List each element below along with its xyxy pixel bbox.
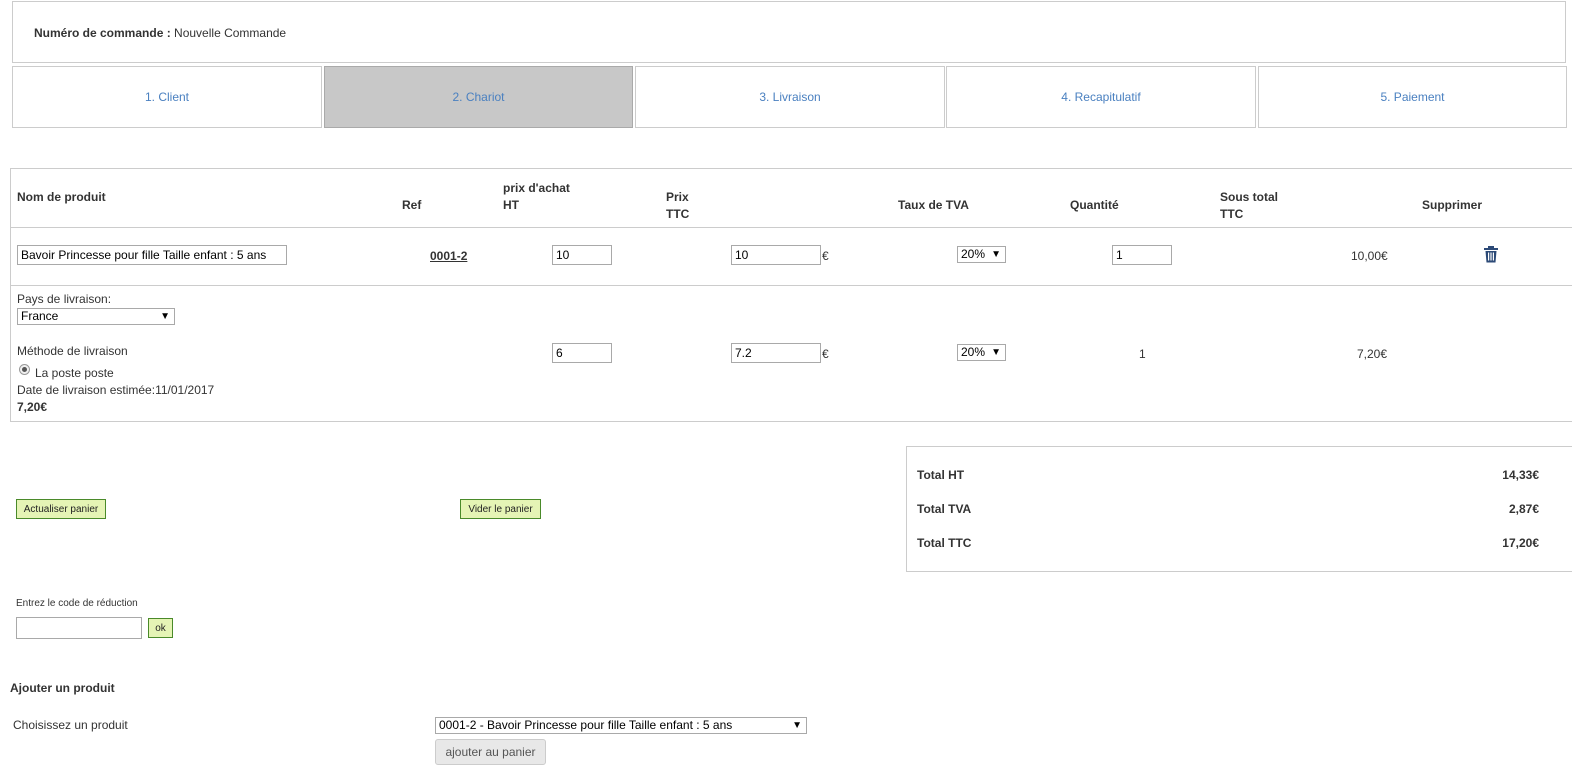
- chevron-down-icon: ▼: [991, 347, 1001, 358]
- total-value: 14,33€: [1502, 468, 1539, 482]
- shipping-cost: 7,20€: [17, 400, 48, 414]
- col-header-subtotal: Sous total TTC: [1220, 189, 1278, 223]
- price-ttc-input[interactable]: [731, 245, 821, 265]
- shipping-country-value: France: [21, 309, 59, 323]
- currency-symbol: €: [822, 347, 829, 361]
- order-header: Numéro de commande : Nouvelle Commande: [12, 1, 1566, 63]
- product-select[interactable]: 0001-2 - Bavoir Princesse pour fille Tai…: [435, 717, 807, 734]
- step-label: 2. Chariot: [452, 90, 505, 104]
- empty-cart-button[interactable]: Vider le panier: [460, 499, 541, 519]
- trash-icon[interactable]: [1483, 246, 1499, 266]
- col-header-vat: Taux de TVA: [898, 198, 969, 212]
- total-label: Total TTC: [917, 536, 972, 550]
- col-header-line: prix d'achat: [503, 181, 570, 195]
- shipping-method-option: La poste poste: [35, 366, 114, 380]
- row-divider: [11, 285, 1572, 286]
- shipping-vat-select[interactable]: 20% ▼: [957, 344, 1006, 361]
- discount-ok-button[interactable]: ok: [148, 618, 173, 638]
- step-livraison[interactable]: 3. Livraison: [635, 66, 945, 128]
- step-client[interactable]: 1. Client: [12, 66, 322, 128]
- step-chariot[interactable]: 2. Chariot: [324, 66, 633, 128]
- step-paiement[interactable]: 5. Paiement: [1258, 66, 1567, 128]
- col-header-line: HT: [503, 198, 519, 212]
- total-label: Total TVA: [917, 502, 972, 516]
- shipping-subtotal: 7,20€: [1357, 347, 1388, 361]
- shipping-vat-value: 20%: [961, 345, 986, 359]
- product-subtotal: 10,00€: [1351, 249, 1388, 263]
- chevron-down-icon: ▼: [991, 249, 1001, 260]
- currency-symbol: €: [822, 249, 829, 263]
- order-number-value: Nouvelle Commande: [174, 26, 287, 40]
- add-to-cart-button[interactable]: ajouter au panier: [435, 739, 546, 765]
- chevron-down-icon: ▼: [160, 311, 170, 322]
- estimated-delivery-date: Date de livraison estimée:11/01/2017: [17, 383, 215, 397]
- col-header-delete: Supprimer: [1422, 198, 1483, 212]
- col-header-price: Prix TTC: [666, 189, 689, 223]
- header-divider: [11, 227, 1572, 228]
- product-select-value: 0001-2 - Bavoir Princesse pour fille Tai…: [439, 718, 733, 732]
- order-number-label: Numéro de commande :: [34, 26, 171, 40]
- col-header-line: Prix: [666, 190, 689, 204]
- vat-select-value: 20%: [961, 247, 986, 261]
- cart-table: Nom de produit Ref prix d'achat HT Prix TT…: [10, 168, 1572, 422]
- chevron-down-icon: ▼: [792, 720, 802, 731]
- radio-dot: [22, 367, 27, 372]
- total-ttc-row: Total TTC 17,20€: [917, 536, 1539, 550]
- product-name-input[interactable]: [17, 245, 287, 265]
- order-number: Numéro de commande : Nouvelle Commande: [34, 26, 286, 40]
- col-header-purchase-price: prix d'achat HT: [503, 180, 570, 214]
- add-product-title: Ajouter un produit: [10, 681, 115, 695]
- product-ref-link[interactable]: 0001-2: [430, 249, 467, 263]
- total-value: 2,87€: [1508, 502, 1539, 516]
- total-value: 17,20€: [1502, 536, 1539, 550]
- discount-code-input[interactable]: [16, 617, 142, 639]
- step-label: 5. Paiement: [1380, 90, 1445, 104]
- col-header-qty: Quantité: [1070, 198, 1119, 212]
- shipping-country-select[interactable]: France ▼: [17, 308, 175, 325]
- total-tva-row: Total TVA 2,87€: [917, 502, 1539, 516]
- totals-box: Total HT 14,33€ Total TVA 2,87€ Total TTC 1…: [906, 446, 1572, 572]
- total-label: Total HT: [917, 468, 965, 482]
- col-header-name: Nom de produit: [17, 190, 106, 204]
- choose-product-label: Choisissez un produit: [13, 718, 128, 732]
- col-header-line: TTC: [666, 207, 690, 221]
- col-header-line: Sous total: [1220, 190, 1279, 204]
- shipping-country-label: Pays de livraison:: [17, 292, 112, 306]
- col-header-line: TTC: [1220, 207, 1244, 221]
- total-ht-row: Total HT 14,33€: [917, 468, 1539, 482]
- shipping-purchase-price-input[interactable]: [552, 343, 612, 363]
- quantity-input[interactable]: [1112, 245, 1172, 265]
- step-label: 3. Livraison: [759, 90, 821, 104]
- col-header-ref: Ref: [402, 198, 422, 212]
- vat-select[interactable]: 20% ▼: [957, 246, 1006, 263]
- purchase-price-input[interactable]: [552, 245, 612, 265]
- discount-label: Entrez le code de réduction: [16, 598, 138, 609]
- shipping-price-ttc-input[interactable]: [731, 343, 821, 363]
- shipping-method-label: Méthode de livraison: [17, 344, 128, 358]
- step-label: 1. Client: [144, 90, 190, 104]
- shipping-quantity: 1: [1139, 347, 1146, 361]
- step-recapitulatif[interactable]: 4. Recapitulatif: [946, 66, 1256, 128]
- refresh-cart-button[interactable]: Actualiser panier: [16, 499, 106, 519]
- step-label: 4. Recapitulatif: [1061, 90, 1141, 104]
- shipping-method-radio[interactable]: [19, 364, 30, 375]
